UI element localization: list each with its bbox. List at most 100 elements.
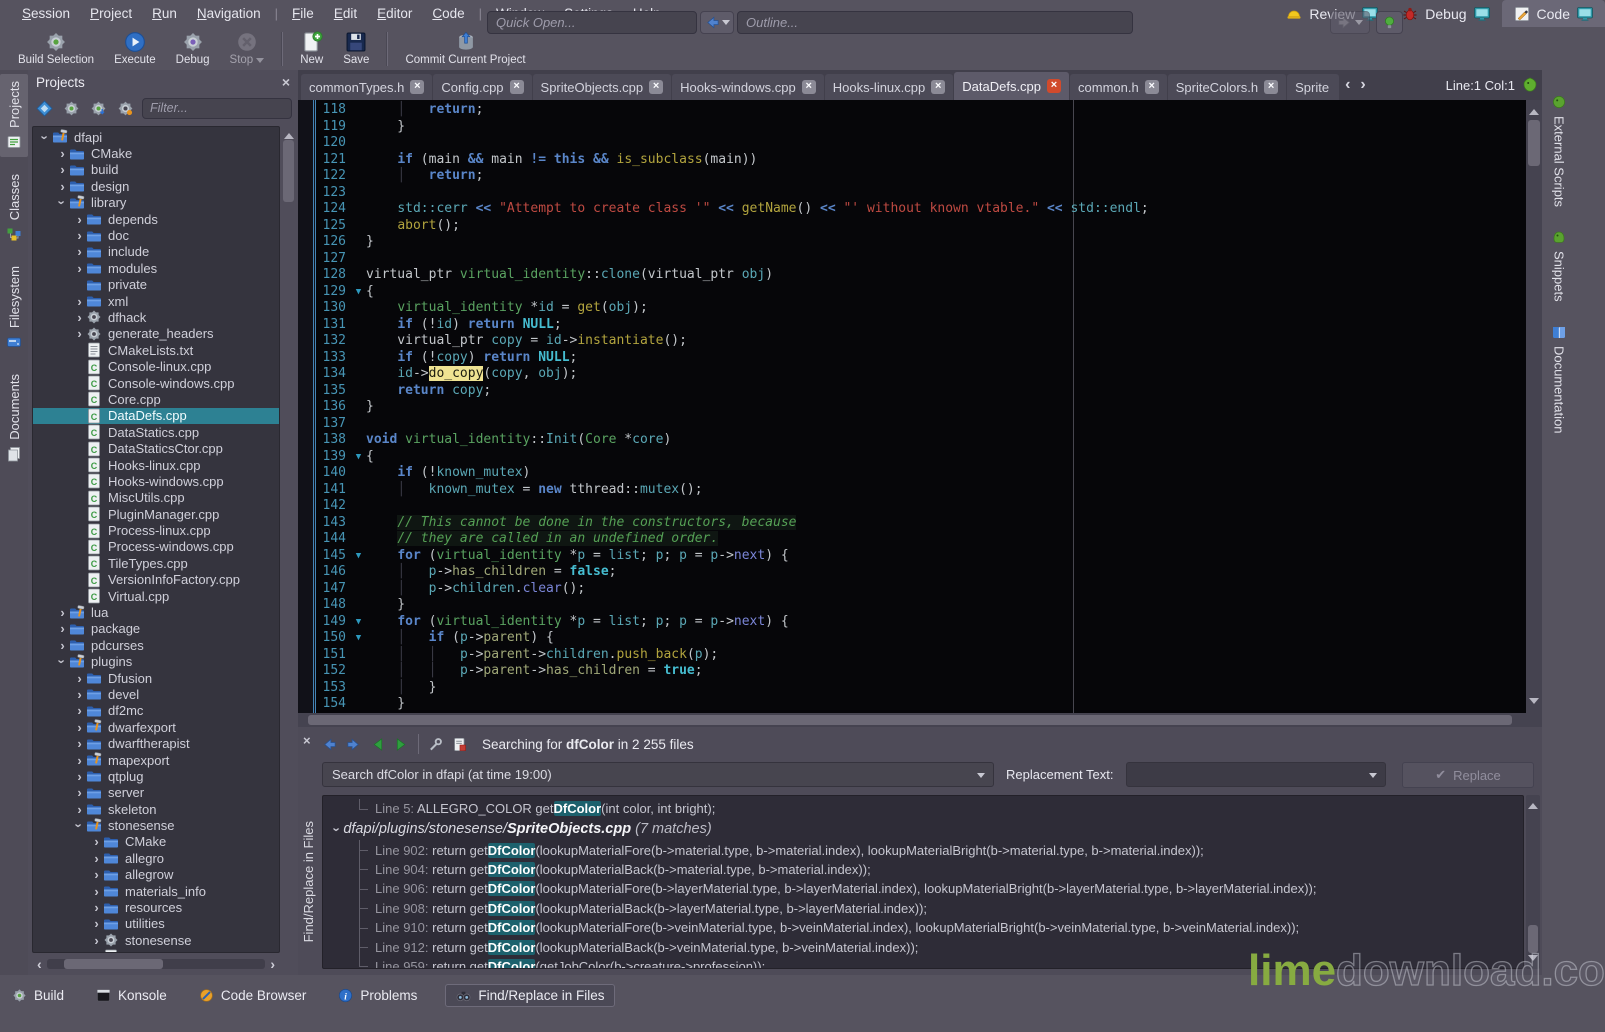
- close-tab-icon[interactable]: ×: [510, 80, 524, 94]
- tree-item-datastaticsctor-cpp[interactable]: CDataStaticsCtor.cpp: [33, 440, 279, 456]
- tree-item-allegrow[interactable]: ›allegrow: [33, 867, 279, 883]
- tab-config-cpp[interactable]: Config.cpp×: [433, 74, 531, 100]
- close-tab-icon[interactable]: ×: [649, 80, 663, 94]
- tree-item-process-linux-cpp[interactable]: CProcess-linux.cpp: [33, 522, 279, 538]
- tree-item-datadefs-cpp[interactable]: CDataDefs.cpp: [33, 408, 279, 424]
- tree-item-build[interactable]: ›build: [33, 162, 279, 178]
- search-result-file-spriteobjects-cpp[interactable]: ›dfapi/plugins/stonesense/SpriteObjects.…: [323, 818, 1523, 840]
- tree-item-console-windows-cpp[interactable]: CConsole-windows.cpp: [33, 375, 279, 391]
- tree-item-skeleton[interactable]: ›skeleton: [33, 801, 279, 817]
- tab-sprite[interactable]: Sprite: [1287, 74, 1339, 100]
- tree-item-item[interactable]: [33, 949, 279, 953]
- tree-item-core-cpp[interactable]: CCore.cpp: [33, 391, 279, 407]
- tree-item-server[interactable]: ›server: [33, 785, 279, 801]
- filter-input[interactable]: [142, 98, 292, 119]
- search-document-icon[interactable]: [452, 737, 467, 752]
- install-gear-icon[interactable]: [88, 98, 108, 118]
- menu-file[interactable]: File: [282, 6, 324, 21]
- search-result-line-908[interactable]: Line 908: return getDfColor(lookupMateri…: [323, 899, 1523, 918]
- area-tab-debug[interactable]: Debug: [1390, 0, 1501, 27]
- toolbar-button-save[interactable]: Save: [333, 30, 379, 67]
- tree-item-allegro[interactable]: ›allegro: [33, 850, 279, 866]
- menu-project[interactable]: Project: [80, 6, 142, 21]
- tab-spriteobjects-cpp[interactable]: SpriteObjects.cpp×: [533, 74, 672, 100]
- toolbar-button-new[interactable]: New: [290, 30, 333, 67]
- tab-commontypes-h[interactable]: commonTypes.h×: [301, 74, 432, 100]
- scrollbar-thumb[interactable]: [64, 959, 162, 969]
- configure-gear-icon[interactable]: [115, 98, 135, 118]
- close-tab-icon[interactable]: ×: [1047, 79, 1061, 93]
- dock-tab-snippets[interactable]: Snippets: [1551, 229, 1567, 302]
- replace-button[interactable]: ✔Replace: [1402, 762, 1534, 788]
- scrollbar-thumb[interactable]: [1528, 120, 1540, 166]
- tree-item-stonesense[interactable]: ›stonesense: [33, 932, 279, 948]
- tree-item-versioninfofactory-cpp[interactable]: CVersionInfoFactory.cpp: [33, 572, 279, 588]
- tree-item-console-linux-cpp[interactable]: CConsole-linux.cpp: [33, 358, 279, 374]
- tree-item-depends[interactable]: ›depends: [33, 211, 279, 227]
- tree-item-cmakelists-txt[interactable]: CMakeLists.txt: [33, 342, 279, 358]
- toolbar-button-execute[interactable]: Execute: [104, 30, 166, 67]
- close-tab-icon[interactable]: ×: [1264, 80, 1278, 94]
- scrollbar-thumb[interactable]: [283, 140, 294, 202]
- menu-edit[interactable]: Edit: [324, 6, 367, 21]
- toolbar-button-stop[interactable]: Stop: [220, 30, 275, 68]
- tree-horizontal-scrollbar[interactable]: ‹›: [32, 956, 280, 972]
- tree-item-dfhack[interactable]: ›dfhack: [33, 309, 279, 325]
- tree-item-cmake[interactable]: ›CMake: [33, 834, 279, 850]
- editor-vertical-scrollbar[interactable]: [1526, 100, 1542, 713]
- close-find-panel-icon[interactable]: ×: [303, 733, 311, 748]
- jump-first-icon[interactable]: [370, 737, 385, 752]
- toolbar-button-debug[interactable]: Debug: [166, 30, 220, 67]
- status-find-replace-in-files[interactable]: Find/Replace in Files: [445, 984, 615, 1007]
- tree-item-virtual-cpp[interactable]: CVirtual.cpp: [33, 588, 279, 604]
- navigate-diamond-icon[interactable]: [34, 98, 54, 118]
- quick-open-back-button[interactable]: [700, 11, 734, 34]
- tree-item-qtplug[interactable]: ›qtplug: [33, 768, 279, 784]
- tree-item-design[interactable]: ›design: [33, 178, 279, 194]
- tree-item-dfusion[interactable]: ›Dfusion: [33, 670, 279, 686]
- tree-item-hooks-linux-cpp[interactable]: CHooks-linux.cpp: [33, 457, 279, 473]
- tree-item-doc[interactable]: ›doc: [33, 227, 279, 243]
- tab-hooks-windows-cpp[interactable]: Hooks-windows.cpp×: [672, 74, 824, 100]
- close-tab-icon[interactable]: ×: [410, 80, 424, 94]
- dock-tab-documents[interactable]: Documents: [0, 367, 28, 469]
- tree-item-process-windows-cpp[interactable]: CProcess-windows.cpp: [33, 539, 279, 555]
- tree-item-stonesense[interactable]: ›stonesense: [33, 817, 279, 833]
- tab-datadefs-cpp[interactable]: DataDefs.cpp×: [954, 72, 1069, 100]
- tree-item-resources[interactable]: ›resources: [33, 899, 279, 915]
- dock-tab-classes[interactable]: Classes: [0, 167, 28, 249]
- tab-scroll-right-icon[interactable]: ›: [1355, 76, 1370, 94]
- tree-item-tiletypes-cpp[interactable]: CTileTypes.cpp: [33, 555, 279, 571]
- dock-tab-filesystem[interactable]: Filesystem: [0, 259, 28, 357]
- dock-tab-projects[interactable]: Projects: [0, 74, 28, 157]
- search-settings-icon[interactable]: [428, 737, 443, 752]
- tree-item-miscutils-cpp[interactable]: CMiscUtils.cpp: [33, 490, 279, 506]
- next-match-icon[interactable]: [346, 737, 361, 752]
- dock-tab-external-scripts[interactable]: External Scripts: [1551, 94, 1567, 207]
- tree-item-library[interactable]: ›library: [33, 195, 279, 211]
- area-tab-code[interactable]: Code: [1502, 0, 1605, 27]
- working-set-icon[interactable]: [1577, 6, 1593, 22]
- menu-session[interactable]: Session: [12, 6, 80, 21]
- tab-scroll-left-icon[interactable]: ‹: [1340, 76, 1355, 94]
- search-result-line-910[interactable]: Line 910: return getDfColor(lookupMateri…: [323, 918, 1523, 937]
- tree-item-devel[interactable]: ›devel: [33, 686, 279, 702]
- navigate-forward-button[interactable]: [1330, 11, 1370, 34]
- quick-open-input[interactable]: [487, 11, 697, 34]
- close-tab-icon[interactable]: ×: [1145, 80, 1159, 94]
- toolbar-button-build-selection[interactable]: Build Selection: [8, 30, 104, 67]
- menu-editor[interactable]: Editor: [367, 6, 422, 21]
- tree-item-generate-headers[interactable]: ›generate_headers: [33, 326, 279, 342]
- editor-icon-border[interactable]: [298, 100, 316, 713]
- search-results-list[interactable]: Line 5: ALLEGRO_COLOR getDfColor(int col…: [322, 795, 1524, 969]
- build-gear-icon[interactable]: [61, 98, 81, 118]
- tab-spritecolors-h[interactable]: SpriteColors.h×: [1168, 74, 1286, 100]
- scrollbar-thumb[interactable]: [308, 715, 1512, 725]
- tree-item-lua[interactable]: ›lua: [33, 604, 279, 620]
- status-code-browser[interactable]: Code Browser: [195, 985, 311, 1006]
- tree-item-modules[interactable]: ›modules: [33, 260, 279, 276]
- working-set-icon[interactable]: [1474, 6, 1490, 22]
- tree-item-package[interactable]: ›package: [33, 621, 279, 637]
- search-result-line-5[interactable]: Line 5: ALLEGRO_COLOR getDfColor(int col…: [323, 799, 1523, 818]
- status-konsole[interactable]: Konsole: [92, 985, 171, 1006]
